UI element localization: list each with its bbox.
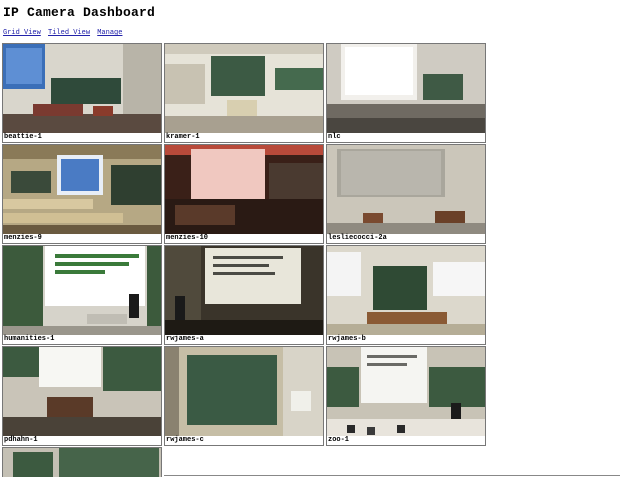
camera-tile-nlc[interactable]: nlc bbox=[326, 43, 486, 143]
camera-tile-pdhahn-1[interactable]: pdhahn-1 bbox=[2, 346, 162, 446]
camera-snapshot[interactable] bbox=[165, 145, 323, 234]
view-nav: Grid View Tiled View Manage bbox=[3, 29, 125, 37]
camera-snapshot[interactable] bbox=[3, 347, 161, 436]
camera-label[interactable]: rwjames-a bbox=[166, 335, 204, 344]
camera-label[interactable]: pdhahn-1 bbox=[4, 436, 38, 445]
camera-label[interactable]: kramer-1 bbox=[166, 133, 200, 142]
camera-snapshot[interactable] bbox=[3, 448, 161, 477]
camera-tile-rwjames-a[interactable]: rwjames-a bbox=[164, 245, 324, 345]
camera-tile-rwjames-b[interactable]: rwjames-b bbox=[326, 245, 486, 345]
nav-link-manage[interactable]: Manage bbox=[97, 29, 122, 37]
camera-label[interactable]: rwjames-c bbox=[166, 436, 204, 445]
camera-snapshot[interactable] bbox=[327, 246, 485, 335]
camera-tile-zoo-1[interactable]: zoo-1 bbox=[326, 346, 486, 446]
camera-tile-kramer-1[interactable]: kramer-1 bbox=[164, 43, 324, 143]
camera-snapshot[interactable] bbox=[327, 347, 485, 436]
camera-tile-beattie-1[interactable]: beattie-1 bbox=[2, 43, 162, 143]
camera-snapshot[interactable] bbox=[327, 145, 485, 234]
camera-snapshot[interactable] bbox=[3, 145, 161, 234]
camera-label[interactable]: menzies-10 bbox=[166, 234, 208, 243]
camera-tile-rwjames-c[interactable]: rwjames-c bbox=[164, 346, 324, 446]
camera-snapshot[interactable] bbox=[3, 44, 161, 133]
camera-label[interactable]: beattie-1 bbox=[4, 133, 42, 142]
camera-tile-partial[interactable] bbox=[2, 447, 162, 477]
camera-label[interactable]: nlc bbox=[328, 133, 341, 142]
camera-tile-menzies-9[interactable]: menzies-9 bbox=[2, 144, 162, 244]
camera-label[interactable]: rwjames-b bbox=[328, 335, 366, 344]
camera-tile-lesliecocci-2a[interactable]: lesliecocci-2a bbox=[326, 144, 486, 244]
camera-snapshot[interactable] bbox=[165, 347, 323, 436]
page-title: IP Camera Dashboard bbox=[3, 5, 156, 20]
camera-label[interactable]: menzies-9 bbox=[4, 234, 42, 243]
camera-label[interactable]: humanities-1 bbox=[4, 335, 54, 344]
camera-label[interactable]: zoo-1 bbox=[328, 436, 349, 445]
camera-tile-menzies-10[interactable]: menzies-10 bbox=[164, 144, 324, 244]
camera-snapshot[interactable] bbox=[327, 44, 485, 133]
camera-tile-humanities-1[interactable]: humanities-1 bbox=[2, 245, 162, 345]
camera-label[interactable]: lesliecocci-2a bbox=[328, 234, 387, 243]
divider bbox=[164, 475, 620, 476]
camera-snapshot[interactable] bbox=[165, 44, 323, 133]
camera-snapshot[interactable] bbox=[3, 246, 161, 335]
nav-link-grid-view[interactable]: Grid View bbox=[3, 29, 41, 37]
camera-snapshot[interactable] bbox=[165, 246, 323, 335]
nav-link-tiled-view[interactable]: Tiled View bbox=[48, 29, 90, 37]
